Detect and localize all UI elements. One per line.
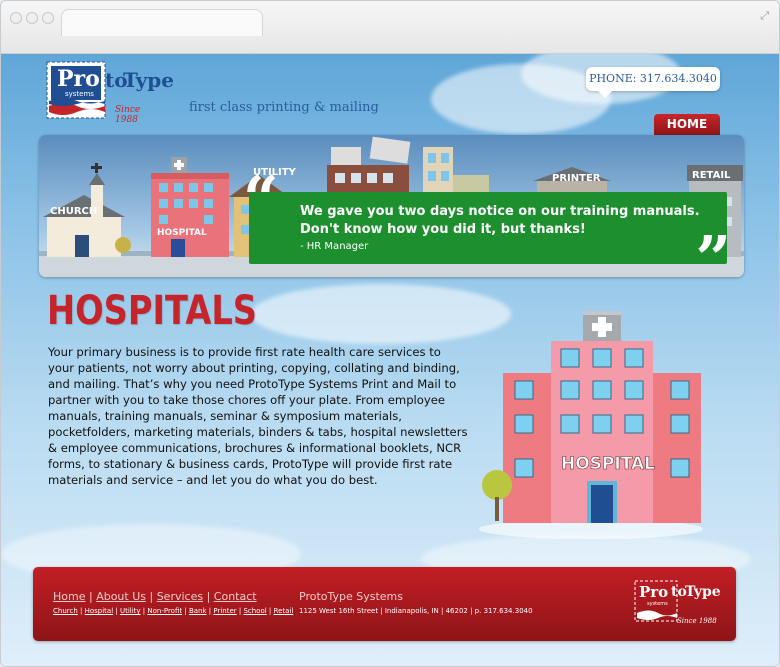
testimonial-box: “ We gave you two days notice on our tra…	[243, 168, 731, 278]
footer-company-name: ProtoType Systems	[299, 590, 404, 603]
site-footer: Home | About Us | Services | Contact Chu…	[33, 567, 736, 641]
open-quote-icon: “	[243, 162, 279, 235]
minimize-window-icon[interactable]	[26, 12, 38, 24]
fullscreen-icon[interactable]: ⤢	[760, 9, 769, 23]
footer-link-church[interactable]: Church	[53, 607, 78, 615]
church-label: CHURCH	[50, 206, 97, 217]
browser-window: ⤢ Pro to Type systems Since 1988 first c…	[0, 0, 780, 667]
logo-since: Since 1988	[115, 105, 141, 125]
home-nav-button[interactable]: HOME	[654, 114, 720, 135]
footer-link-services[interactable]: Services	[157, 590, 203, 603]
logo-pro: Pro	[57, 66, 100, 92]
logo-type: Type	[123, 68, 175, 92]
logo-sub: systems	[65, 90, 94, 98]
hospital-building-small	[151, 157, 229, 257]
testimonial-author: - HR Manager	[300, 241, 369, 252]
footer-link-nonprofit[interactable]: Non-Profit	[147, 607, 182, 615]
hospital-label: HOSPITAL	[157, 228, 207, 238]
footer-link-utility[interactable]: Utility	[120, 607, 141, 615]
hero-banner: CHURCH HOSPITAL UTILITY PRINTER RETAIL “…	[39, 135, 744, 277]
footer-link-retail[interactable]: Retail	[274, 607, 294, 615]
printer-label: PRINTER	[552, 173, 601, 184]
footer-link-contact[interactable]: Contact	[214, 590, 257, 603]
retail-label: RETAIL	[692, 170, 731, 181]
footer-link-home[interactable]: Home	[53, 590, 85, 603]
footer-address: 1125 West 16th Street | Indianapolis, IN…	[299, 607, 533, 615]
footer-link-bank[interactable]: Bank	[189, 607, 207, 615]
close-window-icon[interactable]	[10, 12, 22, 24]
page-title: HOSPITALS	[47, 288, 257, 334]
browser-tab[interactable]	[61, 9, 263, 36]
tagline: first class printing & mailing	[189, 100, 379, 115]
footer-logo-since: Since 1988	[677, 617, 717, 625]
maximize-window-icon[interactable]	[42, 12, 54, 24]
footer-logo[interactable]: Pro to Type systems Since 1988	[633, 577, 721, 631]
hospital-sign: HOSPITAL	[561, 454, 655, 474]
page-description: Your primary business is to provide firs…	[48, 345, 468, 487]
phone-bubble: PHONE: 317.634.3040	[586, 67, 720, 98]
testimonial-line-1: We gave you two days notice on our train…	[300, 204, 700, 219]
footer-link-school[interactable]: School	[243, 607, 266, 615]
testimonial-line-2: Don't know how you did it, but thanks!	[300, 222, 586, 237]
footer-link-about[interactable]: About Us	[96, 590, 146, 603]
footer-sub-nav: Church | Hospital | Utility | Non-Profit…	[53, 607, 294, 615]
browser-chrome: ⤢	[1, 1, 779, 54]
footer-link-hospital[interactable]: Hospital	[85, 607, 114, 615]
footer-link-printer[interactable]: Printer	[213, 607, 236, 615]
footer-logo-sub: systems	[647, 601, 668, 607]
hospital-illustration: HOSPITAL	[479, 309, 714, 549]
footer-logo-pro: Pro	[639, 583, 669, 601]
footer-logo-type: Type	[685, 584, 721, 600]
website: Pro to Type systems Since 1988 first cla…	[1, 54, 779, 666]
footer-main-nav: Home | About Us | Services | Contact	[53, 590, 257, 603]
site-logo[interactable]: Pro to Type systems Since 1988	[45, 60, 174, 125]
close-quote-icon: ”	[695, 222, 731, 278]
